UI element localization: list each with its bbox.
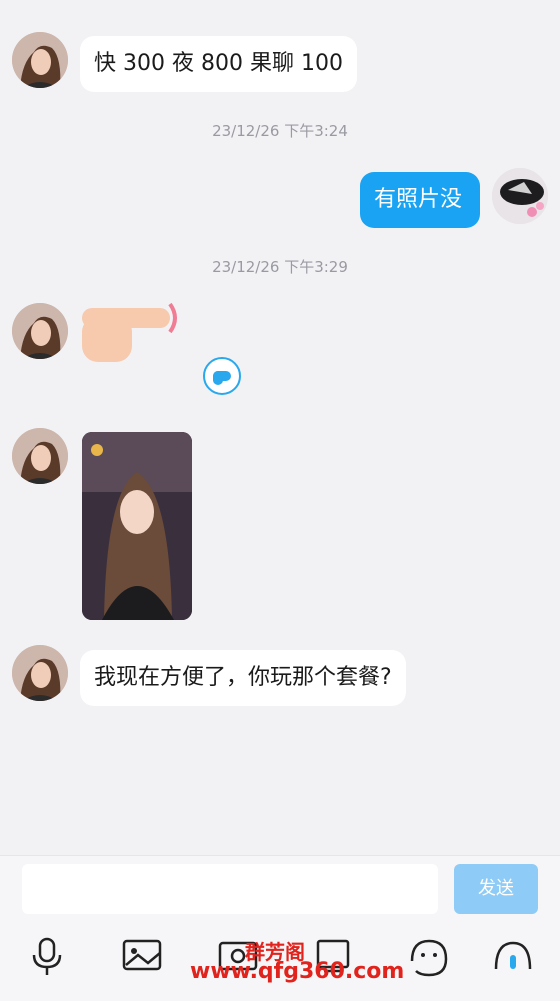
more-icon[interactable] xyxy=(488,931,538,981)
emoji-icon[interactable] xyxy=(404,931,454,981)
contact-avatar[interactable] xyxy=(12,428,68,484)
outgoing-message-bubble[interactable]: 有照片没 xyxy=(360,172,480,228)
contact-avatar[interactable] xyxy=(12,32,68,88)
contact-avatar[interactable] xyxy=(12,303,68,359)
chat-message-list[interactable]: 快 300 夜 800 果聊 100 23/12/26 下午3:24 有照片没 … xyxy=(0,0,560,855)
incoming-message-bubble[interactable]: 我现在方便了，你玩那个套餐? xyxy=(80,650,406,706)
sticker-badge-icon xyxy=(203,357,241,395)
watermark-url: www.qfg360.com xyxy=(190,959,405,984)
incoming-message-bubble[interactable]: 快 300 夜 800 果聊 100 xyxy=(80,36,357,92)
message-timestamp: 23/12/26 下午3:29 xyxy=(212,258,348,276)
image-icon[interactable] xyxy=(118,931,168,981)
contact-avatar[interactable] xyxy=(12,645,68,701)
user-avatar[interactable] xyxy=(492,168,548,224)
photo-message[interactable] xyxy=(82,432,192,620)
send-button[interactable]: 发送 xyxy=(454,864,538,914)
message-composer: 发送 群芳阁 www.qfg360.com xyxy=(0,855,560,1001)
message-input[interactable] xyxy=(22,864,438,914)
message-timestamp: 23/12/26 下午3:24 xyxy=(212,122,348,140)
microphone-icon[interactable] xyxy=(22,931,72,981)
pointing-hand-sticker[interactable] xyxy=(80,296,184,368)
